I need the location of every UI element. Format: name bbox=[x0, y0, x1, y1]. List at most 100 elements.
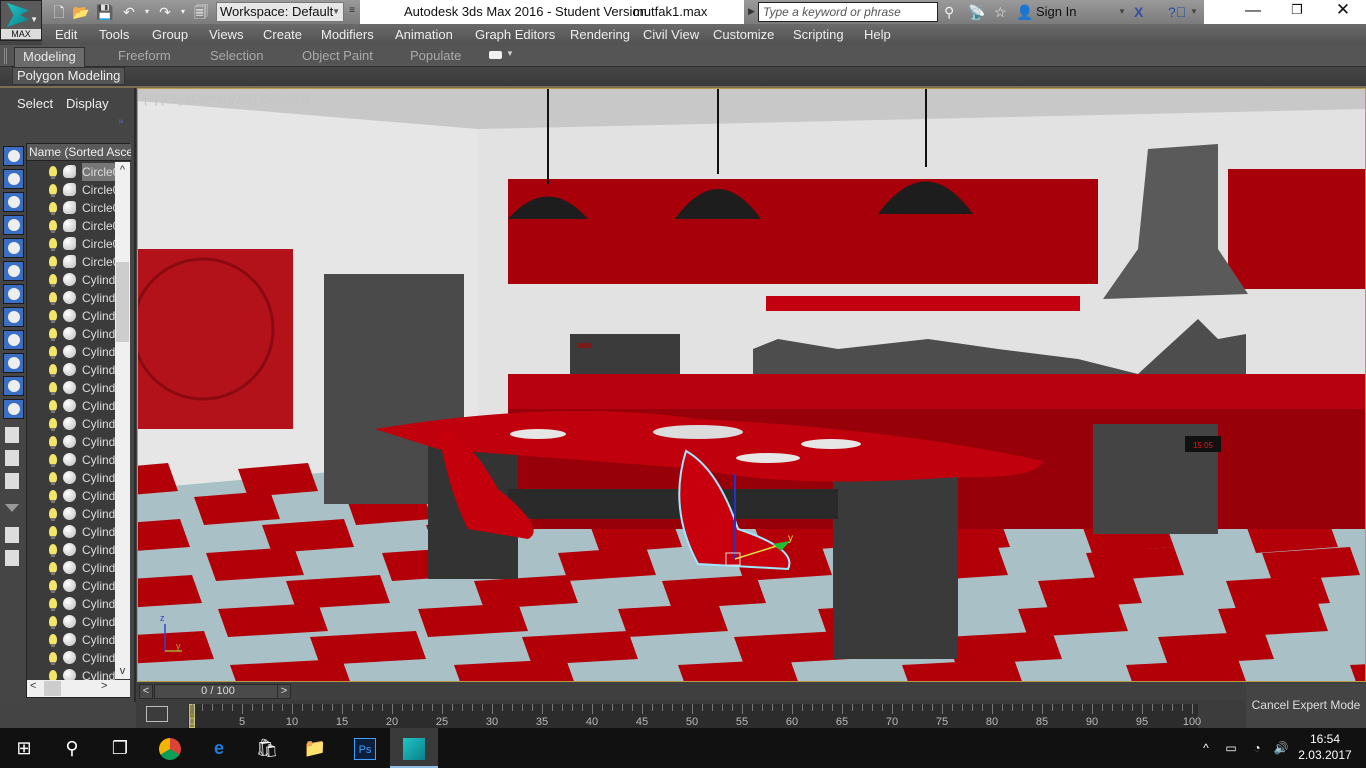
redo-dropdown-icon[interactable]: ▾ bbox=[174, 3, 192, 21]
scrollbar-thumb[interactable] bbox=[44, 681, 61, 696]
ribbon-grip-handle[interactable] bbox=[4, 48, 7, 64]
volume-icon[interactable]: 🔊 bbox=[1270, 728, 1292, 768]
file-explorer-icon[interactable]: 📁 bbox=[291, 728, 339, 768]
scene-list-item[interactable]: Cylinder005 bbox=[27, 343, 115, 361]
previous-frame-button[interactable]: < bbox=[139, 684, 153, 699]
photoshop-icon[interactable]: Ps bbox=[341, 728, 389, 768]
scene-list-item[interactable]: Cylinder008 bbox=[27, 397, 115, 415]
battery-icon[interactable]: ▭ bbox=[1220, 728, 1242, 768]
open-mini-curve-editor-icon[interactable] bbox=[146, 706, 168, 722]
scroll-left-icon[interactable]: < bbox=[30, 680, 36, 692]
horizontal-scrollbar[interactable]: < > bbox=[27, 680, 130, 697]
scene-list-item[interactable]: Cylinder020 bbox=[27, 613, 115, 631]
filter-options-icon[interactable] bbox=[5, 527, 19, 543]
light-bulb-visibility-icon[interactable] bbox=[49, 562, 57, 575]
scene-tab-display[interactable]: Display bbox=[66, 96, 109, 111]
light-bulb-visibility-icon[interactable] bbox=[49, 490, 57, 503]
redo-icon[interactable]: ↷ bbox=[156, 3, 174, 21]
restore-button[interactable]: ❐ bbox=[1282, 2, 1312, 22]
task-view-icon[interactable]: ❐ bbox=[96, 728, 144, 768]
display-groups-icon[interactable] bbox=[3, 284, 24, 304]
filter-icon[interactable] bbox=[5, 504, 19, 512]
menu-civil-view[interactable]: Civil View bbox=[643, 27, 699, 42]
light-bulb-visibility-icon[interactable] bbox=[49, 598, 57, 611]
close-button[interactable]: ✕ bbox=[1328, 0, 1358, 24]
menu-edit[interactable]: Edit bbox=[55, 27, 77, 42]
scene-list-item[interactable]: Cylinder015 bbox=[27, 523, 115, 541]
scene-list-item[interactable]: Cylinder021 bbox=[27, 631, 115, 649]
scene-list-item[interactable]: Circle002 bbox=[27, 181, 115, 199]
search-icon[interactable]: ⚲ bbox=[48, 728, 96, 768]
minimize-button[interactable]: — bbox=[1238, 2, 1268, 22]
scene-list-item[interactable]: Cylinder017 bbox=[27, 559, 115, 577]
clock-time[interactable]: 16:54 bbox=[1300, 732, 1350, 746]
light-bulb-visibility-icon[interactable] bbox=[49, 454, 57, 467]
scene-list-item[interactable]: Circle003 bbox=[27, 199, 115, 217]
start-windows-icon[interactable]: ⊞ bbox=[0, 728, 48, 768]
light-bulb-visibility-icon[interactable] bbox=[49, 238, 57, 251]
edge-icon[interactable]: e bbox=[195, 728, 243, 768]
display-shapes-icon[interactable] bbox=[3, 169, 24, 189]
scrollbar-thumb[interactable] bbox=[116, 262, 129, 342]
menu-animation[interactable]: Animation bbox=[395, 27, 453, 42]
column-header-name[interactable]: Name (Sorted Ascending) bbox=[27, 144, 131, 161]
frame-ruler[interactable]: 0 5 10 15 20 25 30 35 40 45 50 55 60 65 70 75 80 85 90 95 10… bbox=[188, 704, 1201, 728]
3dsmax-taskbar-icon[interactable] bbox=[390, 728, 438, 768]
menu-group[interactable]: Group bbox=[152, 27, 188, 42]
expand-search-icon[interactable]: ▶ bbox=[748, 6, 755, 17]
menu-create[interactable]: Create bbox=[263, 27, 302, 42]
new-file-icon[interactable]: 🗋 bbox=[50, 3, 68, 21]
scene-list-item[interactable]: Cylinder018 bbox=[27, 577, 115, 595]
show-hidden-icons-icon[interactable]: ^ bbox=[1196, 728, 1216, 768]
menu-customize[interactable]: Customize bbox=[713, 27, 774, 42]
viewport-label-menu[interactable]: [+] [PhysCamera001] [Shaded] bbox=[144, 92, 308, 106]
workspace-dropdown[interactable]: Workspace: Default ▼ bbox=[216, 2, 344, 22]
display-bones-icon[interactable] bbox=[3, 330, 24, 350]
scene-list-item[interactable]: Circle006 bbox=[27, 253, 115, 271]
light-bulb-visibility-icon[interactable] bbox=[49, 580, 57, 593]
display-helpers-icon[interactable] bbox=[3, 238, 24, 258]
undo-icon[interactable]: ↶ bbox=[120, 3, 138, 21]
user-icon[interactable]: 👤 bbox=[1016, 2, 1033, 22]
light-bulb-visibility-icon[interactable] bbox=[49, 634, 57, 647]
select-none-icon[interactable] bbox=[5, 450, 19, 466]
scroll-up-icon[interactable]: ^ bbox=[115, 164, 130, 176]
select-all-icon[interactable] bbox=[5, 427, 19, 443]
menu-views[interactable]: Views bbox=[209, 27, 243, 42]
menu-tools[interactable]: Tools bbox=[99, 27, 129, 42]
ribbon-display-toggle-icon[interactable] bbox=[489, 51, 502, 59]
scene-list-item[interactable]: Cylinder010 bbox=[27, 433, 115, 451]
light-bulb-visibility-icon[interactable] bbox=[49, 418, 57, 431]
customize-qat-icon[interactable]: ≡ bbox=[346, 2, 358, 22]
expand-toolbar-icon[interactable]: » bbox=[118, 116, 124, 127]
select-invert-icon[interactable] bbox=[5, 473, 19, 489]
tab-selection[interactable]: Selection bbox=[202, 47, 271, 67]
light-bulb-visibility-icon[interactable] bbox=[49, 616, 57, 629]
scene-list-item[interactable]: Cylinder009 bbox=[27, 415, 115, 433]
light-bulb-visibility-icon[interactable] bbox=[49, 400, 57, 413]
light-bulb-visibility-icon[interactable] bbox=[49, 274, 57, 287]
scene-list-item[interactable]: Cylinder006 bbox=[27, 361, 115, 379]
light-bulb-visibility-icon[interactable] bbox=[49, 526, 57, 539]
light-bulb-visibility-icon[interactable] bbox=[49, 310, 57, 323]
light-bulb-visibility-icon[interactable] bbox=[49, 472, 57, 485]
light-bulb-visibility-icon[interactable] bbox=[49, 220, 57, 233]
vertical-scrollbar[interactable]: ^ v bbox=[115, 162, 130, 679]
scene-list-item[interactable]: Cylinder013 bbox=[27, 487, 115, 505]
light-bulb-visibility-icon[interactable] bbox=[49, 166, 57, 179]
light-bulb-visibility-icon[interactable] bbox=[49, 256, 57, 269]
display-cameras-icon[interactable] bbox=[3, 215, 24, 235]
undo-dropdown-icon[interactable]: ▾ bbox=[138, 3, 156, 21]
scene-tab-select[interactable]: Select bbox=[17, 96, 53, 111]
scene-list-item[interactable]: Cylinder002 bbox=[27, 289, 115, 307]
scroll-down-icon[interactable]: v bbox=[115, 665, 130, 677]
exchange-apps-icon[interactable]: X bbox=[1134, 2, 1143, 22]
next-frame-button[interactable]: > bbox=[277, 684, 291, 699]
chevron-down-icon[interactable]: ▼ bbox=[506, 49, 514, 58]
light-bulb-visibility-icon[interactable] bbox=[49, 544, 57, 557]
wifi-icon[interactable]: ◔ bbox=[1246, 728, 1268, 768]
light-bulb-visibility-icon[interactable] bbox=[49, 328, 57, 341]
perspective-viewport[interactable]: 15:05 y z y [+] [PhysCamera001] [Shaded] bbox=[137, 88, 1366, 682]
scene-list-item[interactable]: Cylinder011 bbox=[27, 451, 115, 469]
display-containers-icon[interactable] bbox=[3, 353, 24, 373]
